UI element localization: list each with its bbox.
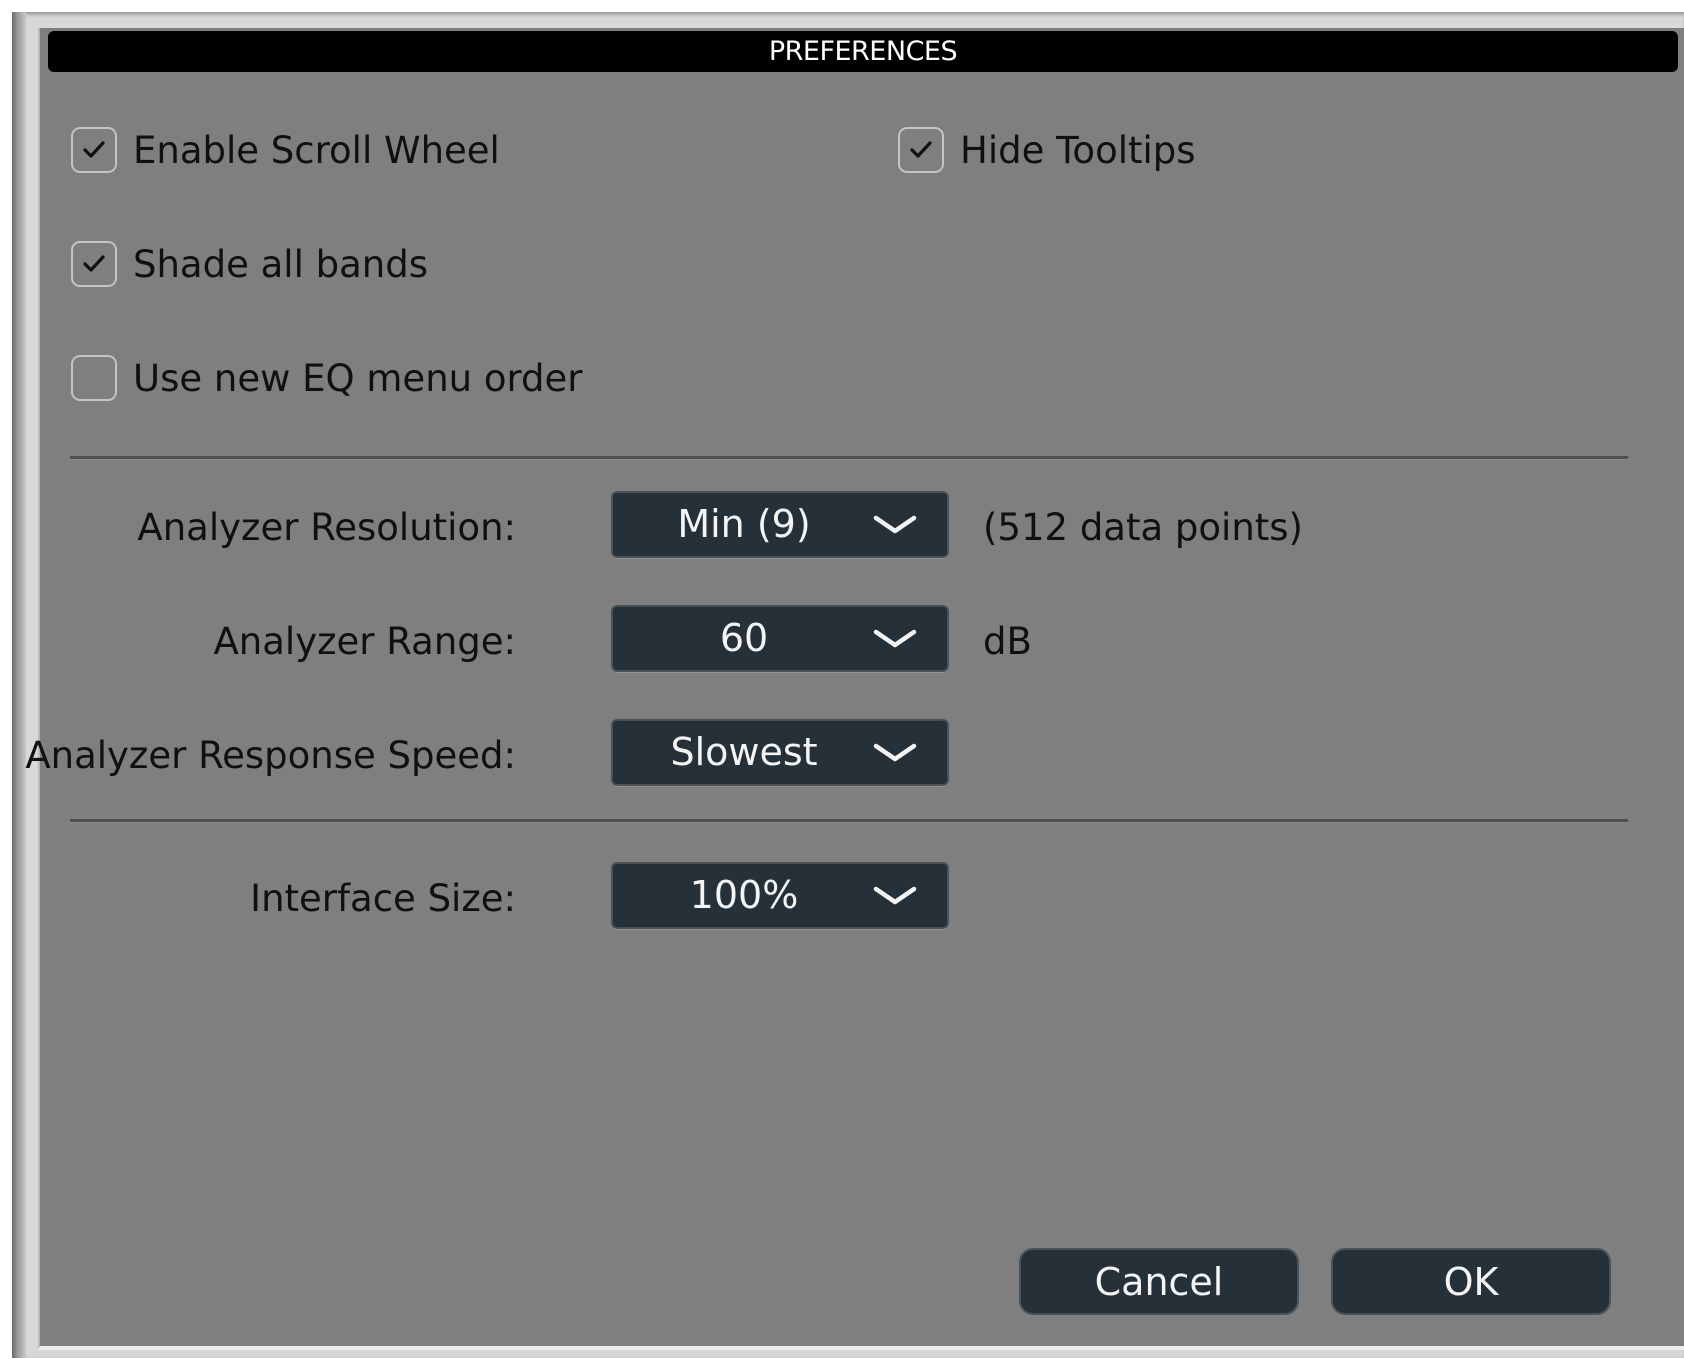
shade-all-bands-option[interactable]: Shade all bands xyxy=(71,241,428,287)
section-divider xyxy=(70,819,1628,823)
analyzer-range-unit: dB xyxy=(983,620,1032,663)
analyzer-resolution-dropdown[interactable]: Min (9) xyxy=(611,491,949,558)
analyzer-response-speed-value: Slowest xyxy=(670,730,818,774)
analyzer-response-speed-label: Analyzer Response Speed: xyxy=(25,734,516,777)
title-bar[interactable]: PREFERENCES xyxy=(48,31,1678,72)
analyzer-response-speed-dropdown[interactable]: Slowest xyxy=(611,719,949,786)
use-new-eq-menu-order-option[interactable]: Use new EQ menu order xyxy=(71,355,583,401)
hide-tooltips-checkbox[interactable] xyxy=(898,127,944,173)
chevron-down-icon xyxy=(873,629,917,648)
section-divider xyxy=(70,456,1628,460)
checkmark-icon xyxy=(910,141,932,158)
interface-size-label: Interface Size: xyxy=(250,877,516,920)
enable-scroll-wheel-checkbox[interactable] xyxy=(71,127,117,173)
cancel-button[interactable]: Cancel xyxy=(1019,1248,1299,1315)
analyzer-resolution-value: Min (9) xyxy=(677,502,811,546)
chevron-down-icon xyxy=(873,743,917,762)
shade-all-bands-checkbox[interactable] xyxy=(71,241,117,287)
use-new-eq-menu-order-checkbox[interactable] xyxy=(71,355,117,401)
window-edge xyxy=(12,12,26,1358)
analyzer-range-value: 60 xyxy=(719,616,769,660)
analyzer-resolution-data-points: (512 data points) xyxy=(983,506,1303,549)
enable-scroll-wheel-label: Enable Scroll Wheel xyxy=(133,128,500,172)
checkmark-icon xyxy=(83,141,105,158)
use-new-eq-menu-order-label: Use new EQ menu order xyxy=(133,356,583,400)
hide-tooltips-option[interactable]: Hide Tooltips xyxy=(898,127,1196,173)
chevron-down-icon xyxy=(873,886,917,905)
interface-size-dropdown[interactable]: 100% xyxy=(611,862,949,929)
dialog-title: PREFERENCES xyxy=(768,36,958,67)
analyzer-range-label: Analyzer Range: xyxy=(213,620,516,663)
enable-scroll-wheel-option[interactable]: Enable Scroll Wheel xyxy=(71,127,500,173)
ok-button[interactable]: OK xyxy=(1331,1248,1611,1315)
app-window: PREFERENCES Enable Scroll Wheel Hide Too… xyxy=(0,0,1684,1359)
analyzer-resolution-label: Analyzer Resolution: xyxy=(137,506,516,549)
preferences-dialog: PREFERENCES Enable Scroll Wheel Hide Too… xyxy=(25,28,1684,1350)
checkmark-icon xyxy=(83,255,105,272)
hide-tooltips-label: Hide Tooltips xyxy=(960,128,1196,172)
analyzer-range-dropdown[interactable]: 60 xyxy=(611,605,949,672)
chevron-down-icon xyxy=(873,515,917,534)
shade-all-bands-label: Shade all bands xyxy=(133,242,428,286)
interface-size-value: 100% xyxy=(689,873,799,917)
